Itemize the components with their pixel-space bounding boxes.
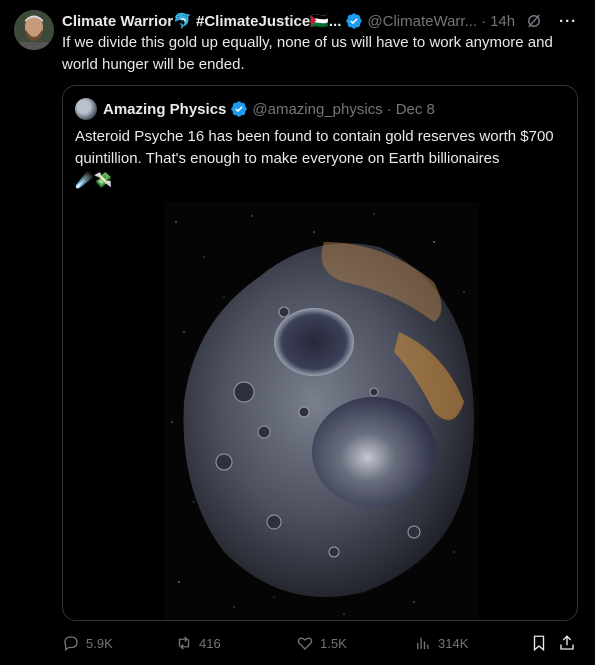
verified-badge-icon <box>231 101 248 117</box>
share-icon <box>560 635 574 650</box>
quoted-tweet[interactable]: Amazing Physics @amazing_physics · Dec 8… <box>62 85 578 621</box>
repost-button[interactable]: 416 <box>175 631 221 655</box>
quoted-author-avatar[interactable] <box>75 98 97 120</box>
action-bar: 5.9K 416 1.5K 314K <box>62 631 581 655</box>
separator-dot: · <box>481 12 487 30</box>
view-count: 314K <box>438 635 469 651</box>
bookmark-button[interactable] <box>530 631 548 655</box>
reply-count: 5.9K <box>86 635 113 651</box>
grok-icon[interactable] <box>525 12 543 30</box>
quoted-tweet-body: Asteroid Psyche 16 has been found to con… <box>75 128 554 167</box>
author-avatar[interactable] <box>14 10 54 50</box>
author-name[interactable]: Climate Warrior🐬 #ClimateJustice🇵🇸... <box>62 12 341 30</box>
share-button[interactable] <box>558 631 576 655</box>
tweet-header: Climate Warrior🐬 #ClimateJustice🇵🇸... @C… <box>62 11 583 31</box>
heart-icon <box>297 637 313 650</box>
quoted-tweet-emoji: ☄️💸 <box>75 172 113 189</box>
quoted-author-handle[interactable]: @amazing_physics <box>252 101 382 118</box>
repost-icon <box>178 636 190 650</box>
verified-badge-icon <box>346 13 363 29</box>
separator-dot: · <box>386 100 392 118</box>
repost-count: 416 <box>199 635 221 651</box>
quoted-author-name[interactable]: Amazing Physics <box>103 101 226 118</box>
quoted-tweet-date[interactable]: Dec 8 <box>396 101 435 118</box>
avatar-portrait <box>14 10 54 50</box>
bookmark-icon <box>533 635 545 652</box>
quoted-tweet-header: Amazing Physics @amazing_physics · Dec 8 <box>75 98 435 120</box>
more-options-icon[interactable]: ··· <box>559 13 577 30</box>
like-button[interactable]: 1.5K <box>296 631 347 655</box>
views-button[interactable]: 314K <box>414 631 468 655</box>
reply-button[interactable]: 5.9K <box>62 631 113 655</box>
analytics-icon <box>417 637 429 649</box>
like-count: 1.5K <box>320 635 347 651</box>
author-handle[interactable]: @ClimateWarr... <box>367 13 477 30</box>
reply-icon <box>64 636 78 652</box>
tweet-text: If we divide this gold up equally, none … <box>62 34 553 73</box>
asteroid-image[interactable] <box>164 202 479 621</box>
quoted-tweet-text: Asteroid Psyche 16 has been found to con… <box>75 126 565 192</box>
tweet-timestamp[interactable]: 14h <box>490 13 515 30</box>
